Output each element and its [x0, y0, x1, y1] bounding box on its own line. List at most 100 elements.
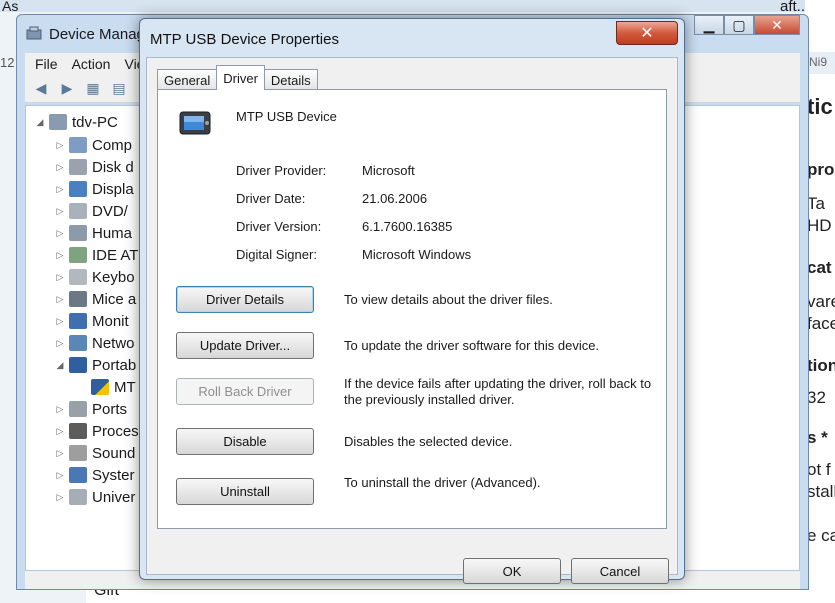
close-button[interactable]: ✕ [754, 15, 800, 35]
expand-icon[interactable]: ▷ [54, 184, 66, 195]
uninstall-button[interactable]: Uninstall [176, 478, 314, 505]
expand-icon[interactable]: ▷ [54, 316, 66, 327]
maximize-button[interactable]: ▢ [724, 15, 754, 35]
dialog-body: General Driver Details MTP USB Device Dr… [146, 57, 678, 584]
tree-item[interactable]: ▷ Huma [54, 222, 132, 244]
tree-item-label: Mice a [92, 290, 137, 308]
menu-file[interactable]: File [35, 56, 58, 72]
expand-icon[interactable]: ▷ [54, 206, 66, 217]
info-value: 21.06.2006 [362, 191, 428, 206]
back-button[interactable]: ◀ [31, 80, 51, 98]
bg-text: stall [807, 482, 835, 501]
tree-root[interactable]: ◢ tdv-PC [34, 111, 118, 133]
expand-icon[interactable]: ▷ [54, 228, 66, 239]
tree-item[interactable]: ◢ Portab [54, 354, 137, 376]
device-manager-caption-buttons: ▁ ▢ ✕ [694, 15, 800, 35]
dialog-close-button[interactable]: ✕ [616, 21, 678, 45]
usb-icon [69, 489, 87, 505]
tree-item-mtp[interactable]: MT [88, 376, 136, 398]
device-manager-titlebar[interactable]: Device Manag [25, 19, 145, 49]
collapse-icon[interactable]: ◢ [34, 117, 46, 128]
properties-icon: ▦ [86, 80, 100, 96]
tree-item-label: Netwo [92, 334, 135, 352]
driver-details-button[interactable]: Driver Details [176, 286, 314, 313]
bg-text: pro [807, 160, 835, 179]
expand-icon[interactable]: ▷ [54, 338, 66, 349]
expand-icon[interactable]: ▷ [54, 470, 66, 481]
computer-icon [49, 114, 67, 130]
sound-icon [69, 445, 87, 461]
view-button[interactable]: ▦ [83, 80, 103, 98]
tree-item[interactable]: ▷ Monit [54, 310, 129, 332]
expand-icon[interactable]: ▷ [54, 426, 66, 437]
portable-device-icon [69, 357, 87, 373]
tree-item-label: Disk d [92, 158, 134, 176]
tree-item[interactable]: ▷ Disk d [54, 156, 134, 178]
minimize-button[interactable]: ▁ [694, 15, 724, 35]
bg-text: vare [807, 292, 835, 311]
tree-item[interactable]: ▷ Sound [54, 442, 136, 464]
tab-general[interactable]: General [157, 69, 218, 90]
roll-back-driver-button[interactable]: Roll Back Driver [176, 378, 314, 405]
expand-icon[interactable]: ▷ [54, 448, 66, 459]
close-icon: ✕ [640, 25, 654, 42]
document-icon: ▤ [112, 80, 126, 96]
expand-icon[interactable]: ▷ [54, 162, 66, 173]
tree-item[interactable]: ▷ Displa [54, 178, 134, 200]
close-icon: ✕ [771, 16, 783, 33]
computer-icon [69, 137, 87, 153]
disable-button[interactable]: Disable [176, 428, 314, 455]
info-value: 6.1.7600.16385 [362, 219, 453, 234]
display-icon [69, 181, 87, 197]
tree-item[interactable]: ▷ IDE AT [54, 244, 139, 266]
device-manager-title: Device Manag [49, 25, 145, 43]
tree-item-label: MT [114, 378, 136, 396]
tree-item-label: Univer [92, 488, 136, 506]
expand-icon[interactable]: ▷ [54, 492, 66, 503]
menu-action[interactable]: Action [72, 56, 111, 72]
tree-item[interactable]: ▷ Syster [54, 464, 135, 486]
tab-driver[interactable]: Driver [216, 65, 265, 90]
processor-icon [69, 423, 87, 439]
tree-item[interactable]: ▷ Univer [54, 486, 136, 508]
collapse-icon[interactable]: ◢ [54, 360, 66, 371]
tree-item-label: Monit [92, 312, 129, 330]
background-tab[interactable]: Ni9 [807, 52, 835, 74]
tree-item[interactable]: ▷ Ports [54, 398, 127, 420]
tree-item[interactable]: ▷ Keybo [54, 266, 135, 288]
warning-device-icon [91, 379, 109, 395]
bg-text: HD [807, 216, 832, 235]
ports-icon [69, 401, 87, 417]
keyboard-icon [69, 269, 87, 285]
tree-item[interactable]: ▷ Mice a [54, 288, 137, 310]
help-button[interactable]: ▤ [109, 80, 129, 98]
expand-icon[interactable]: ▷ [54, 294, 66, 305]
forward-button[interactable]: ▶ [57, 80, 77, 98]
ok-button[interactable]: OK [463, 558, 561, 584]
network-icon [69, 335, 87, 351]
tree-item-label: Sound [92, 444, 136, 462]
tree-item[interactable]: ▷ Netwo [54, 332, 135, 354]
info-label: Driver Version: [236, 219, 322, 234]
properties-dialog: MTP USB Device Properties ✕ General Driv… [139, 18, 685, 584]
bg-text: tic [807, 94, 833, 119]
tree-item-label: Ports [92, 400, 128, 418]
update-driver-button[interactable]: Update Driver... [176, 332, 314, 359]
tree-item[interactable]: ▷ Proces [54, 420, 139, 442]
monitor-icon [69, 313, 87, 329]
tree-item[interactable]: ▷ Comp [54, 134, 132, 156]
tab-details[interactable]: Details [263, 69, 318, 90]
tree-item[interactable]: ▷ DVD/ [54, 200, 128, 222]
bg-text: cat [807, 258, 832, 277]
expand-icon[interactable]: ▷ [54, 404, 66, 415]
mouse-icon [69, 291, 87, 307]
expand-icon[interactable]: ▷ [54, 250, 66, 261]
cancel-button[interactable]: Cancel [571, 558, 669, 584]
roll-back-driver-description: If the device fails after updating the d… [344, 376, 652, 407]
info-label: Driver Provider: [236, 163, 327, 178]
expand-icon[interactable]: ▷ [54, 272, 66, 283]
dialog-title: MTP USB Device Properties [150, 31, 339, 48]
expand-icon[interactable]: ▷ [54, 140, 66, 151]
driver-tab-panel: MTP USB Device Driver Provider: Microsof… [157, 89, 667, 529]
info-label: Driver Date: [236, 191, 306, 206]
